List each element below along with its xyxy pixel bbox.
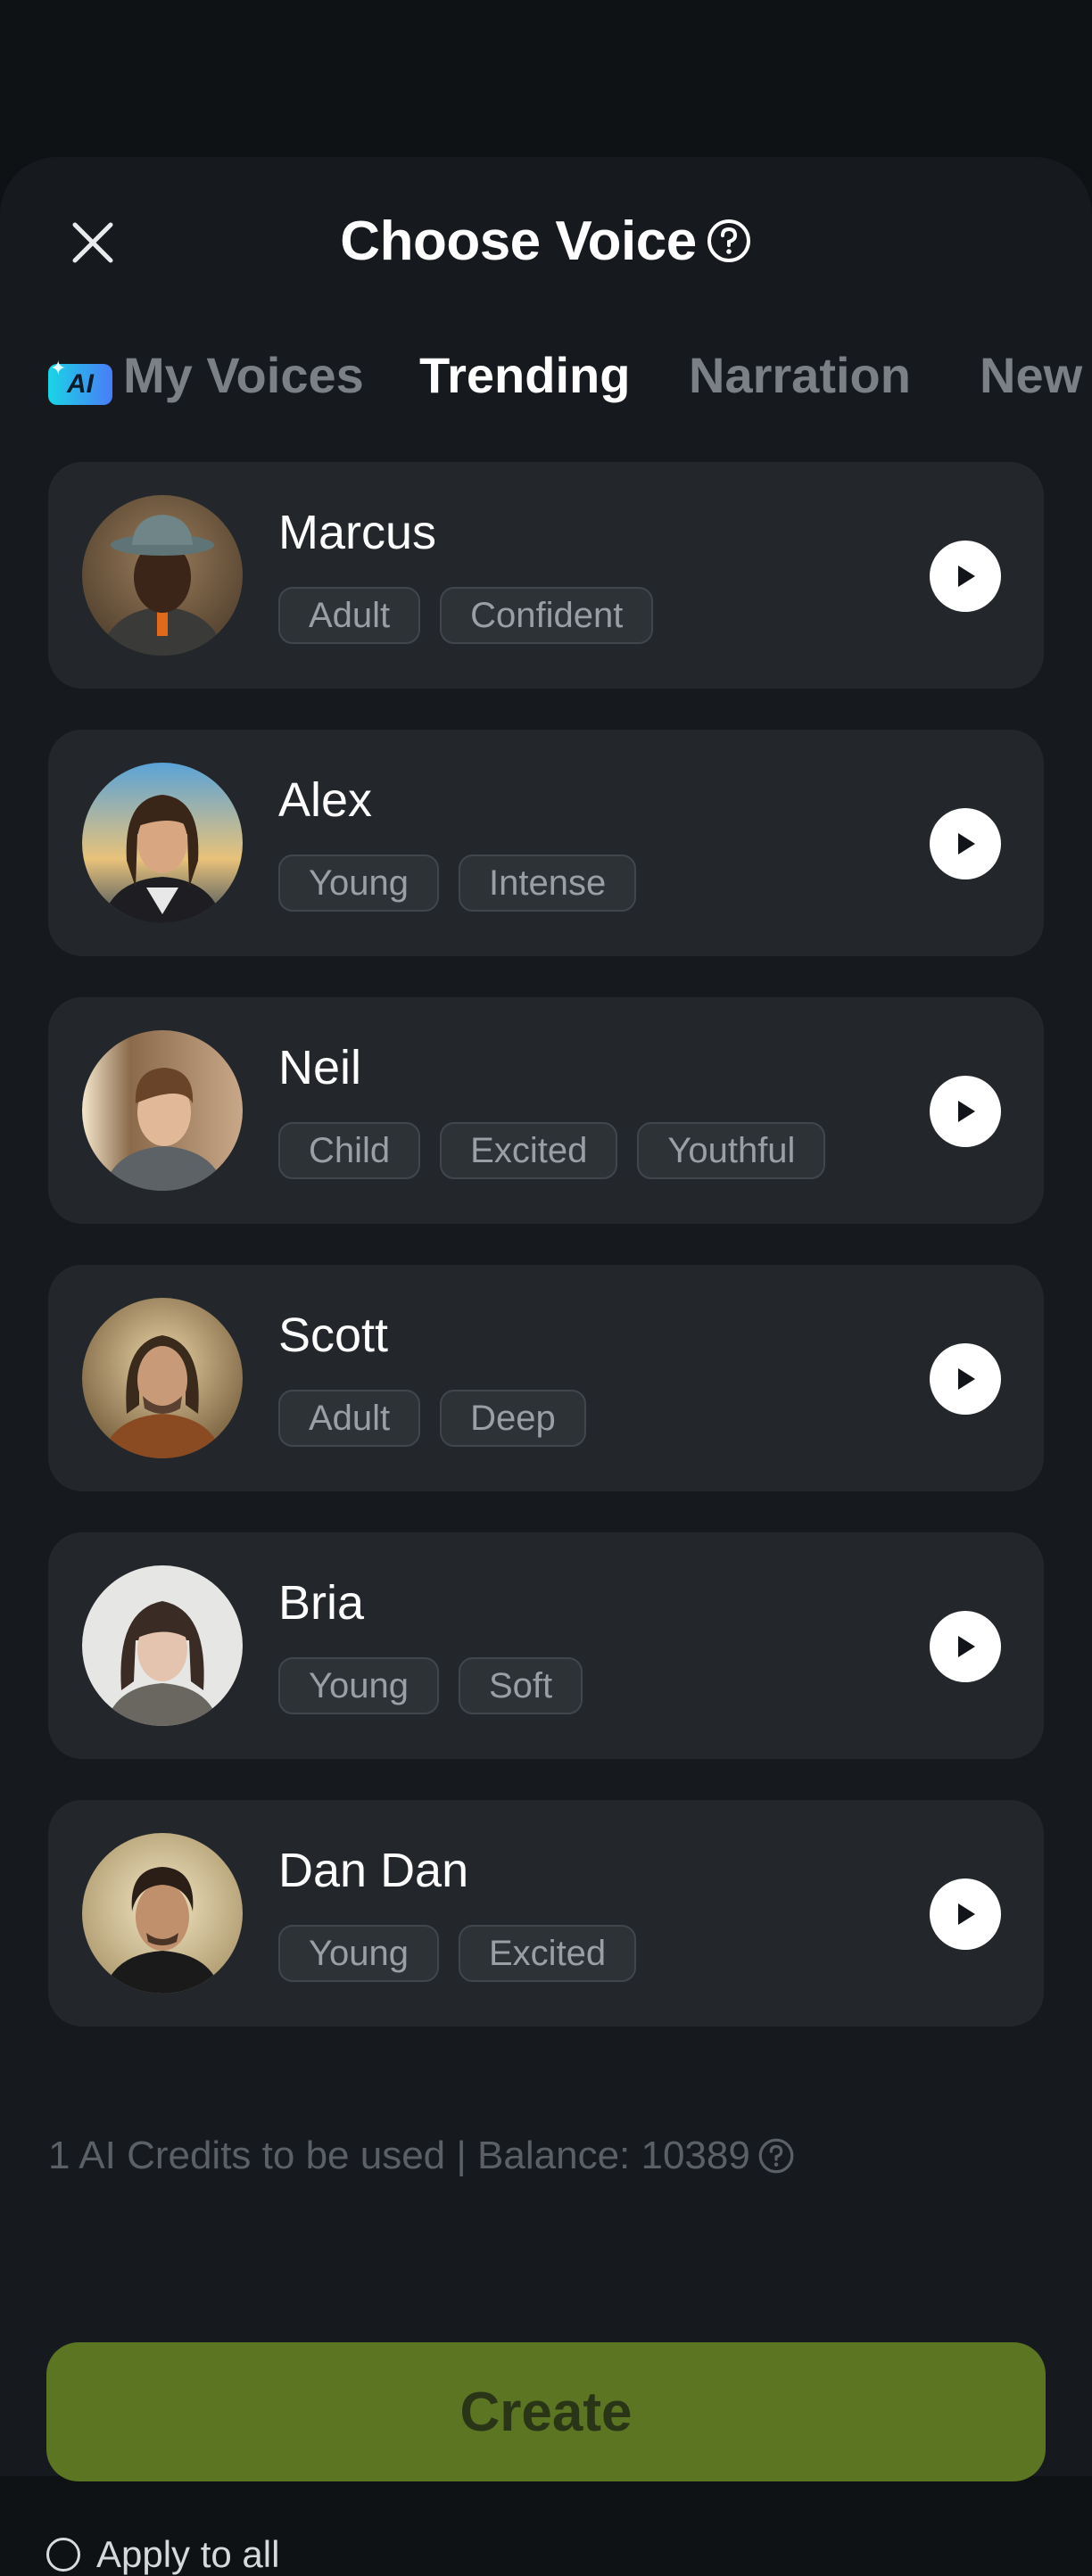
help-icon[interactable] xyxy=(706,218,752,264)
avatar xyxy=(82,1298,243,1458)
voice-tags: Adult Deep xyxy=(278,1390,586,1447)
header: Choose Voice xyxy=(0,196,1092,285)
voice-tag: Intense xyxy=(459,855,637,912)
play-preview-button[interactable] xyxy=(930,808,1001,879)
voice-tag: Excited xyxy=(440,1122,618,1179)
credits-info: 1 AI Credits to be used | Balance: 10389 xyxy=(48,2134,795,2178)
apply-to-all-radio[interactable] xyxy=(46,2538,80,2572)
ai-badge-icon: ✦ AI xyxy=(48,357,112,405)
voice-name: Bria xyxy=(278,1576,365,1630)
voice-tag: Child xyxy=(278,1122,421,1179)
voice-tags: Young Soft xyxy=(278,1657,583,1714)
voice-tags: Young Excited xyxy=(278,1925,637,1982)
play-icon xyxy=(958,1101,975,1122)
voice-category-tabs: ✦ AI My Voices Trending Narration New xyxy=(0,328,1092,417)
avatar xyxy=(82,763,243,923)
ai-badge-label: AI xyxy=(67,369,94,399)
play-icon xyxy=(958,1636,975,1657)
credits-text: 1 AI Credits to be used | Balance: 10389 xyxy=(48,2134,750,2177)
voice-card-dan-dan[interactable]: Dan Dan Young Excited xyxy=(48,1800,1044,2027)
voice-tag: Soft xyxy=(459,1657,583,1714)
create-button[interactable]: Create xyxy=(46,2342,1046,2481)
choose-voice-sheet: Choose Voice ✦ AI My Voices Trending Nar… xyxy=(0,157,1092,2575)
play-icon xyxy=(958,1368,975,1390)
voice-tag: Young xyxy=(278,855,439,912)
voice-name: Scott xyxy=(278,1309,389,1362)
voice-tag: Confident xyxy=(440,587,654,644)
voice-tag: Deep xyxy=(440,1390,586,1447)
voice-tag: Adult xyxy=(278,1390,421,1447)
avatar xyxy=(82,1030,243,1191)
play-preview-button[interactable] xyxy=(930,1611,1001,1682)
voice-tags: Child Excited Youthful xyxy=(278,1122,826,1179)
play-preview-button[interactable] xyxy=(930,1076,1001,1147)
play-icon xyxy=(958,566,975,587)
voice-name: Dan Dan xyxy=(278,1844,469,1897)
voice-card-marcus[interactable]: Marcus Adult Confident xyxy=(48,462,1044,689)
tab-new[interactable]: New xyxy=(980,346,1082,404)
voice-card-alex[interactable]: Alex Young Intense xyxy=(48,730,1044,956)
voice-name: Neil xyxy=(278,1041,362,1094)
play-icon xyxy=(958,833,975,855)
avatar xyxy=(82,1565,243,1726)
apply-to-all-option[interactable]: Apply to all xyxy=(46,2533,279,2576)
voice-card-scott[interactable]: Scott Adult Deep xyxy=(48,1265,1044,1491)
tab-narration[interactable]: Narration xyxy=(689,346,911,404)
voice-tag: Excited xyxy=(459,1925,637,1982)
tab-trending[interactable]: Trending xyxy=(419,346,630,404)
avatar xyxy=(82,495,243,656)
avatar xyxy=(82,1833,243,1994)
play-preview-button[interactable] xyxy=(930,541,1001,612)
voice-card-bria[interactable]: Bria Young Soft xyxy=(48,1532,1044,1759)
play-preview-button[interactable] xyxy=(930,1343,1001,1415)
voice-tag: Young xyxy=(278,1657,439,1714)
play-preview-button[interactable] xyxy=(930,1878,1001,1950)
apply-to-all-label: Apply to all xyxy=(96,2533,280,2575)
voice-tags: Adult Confident xyxy=(278,587,654,644)
help-icon[interactable] xyxy=(757,2137,795,2175)
play-icon xyxy=(958,1903,975,1925)
voice-tag: Young xyxy=(278,1925,439,1982)
tab-my-voices[interactable]: My Voices xyxy=(123,346,364,404)
voice-tags: Young Intense xyxy=(278,855,637,912)
voice-tag: Youthful xyxy=(637,1122,826,1179)
voice-card-neil[interactable]: Neil Child Excited Youthful xyxy=(48,997,1044,1224)
voice-name: Alex xyxy=(278,773,373,827)
page-title: Choose Voice xyxy=(340,210,697,272)
voice-tag: Adult xyxy=(278,587,421,644)
voice-name: Marcus xyxy=(278,506,437,559)
